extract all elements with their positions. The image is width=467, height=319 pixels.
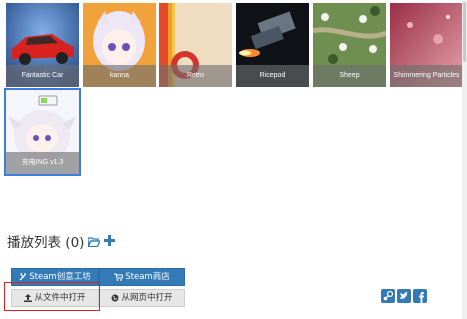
steam-store-label: Steam商店 (125, 272, 170, 282)
wallpaper-tile-retro[interactable]: Retro (159, 3, 232, 87)
wrench-icon (19, 272, 27, 281)
playlist-title: 播放列表 (0) (7, 231, 84, 251)
steam-icon[interactable] (381, 289, 395, 303)
cart-icon (114, 273, 124, 281)
tile-label: 充电ING v1.3 (6, 152, 79, 174)
tile-label: Shimmering Particles (390, 65, 463, 87)
folder-open-icon[interactable] (87, 234, 101, 252)
scrollbar-thumb[interactable] (463, 2, 466, 62)
wallpaper-tile-ricepod[interactable]: Ricepod (236, 3, 309, 87)
playlist-title-text: 播放列表 (7, 235, 61, 251)
tile-label: Ricepod (236, 65, 309, 87)
plus-icon[interactable] (104, 233, 115, 251)
steam-workshop-label: Steam创意工坊 (29, 272, 91, 282)
open-from-web-button[interactable]: 从网页中打开 (99, 289, 185, 307)
tile-label: Retro (159, 65, 232, 87)
wallpaper-tile-shimmering-particles[interactable]: Shimmering Particles (390, 3, 463, 87)
twitter-icon[interactable] (397, 289, 411, 303)
steam-store-button[interactable]: Steam商店 (99, 268, 185, 286)
highlight-annotation (4, 282, 100, 311)
globe-icon (111, 294, 119, 302)
open-from-web-label: 从网页中打开 (121, 293, 173, 303)
wallpaper-tile-sheep[interactable]: Sheep (313, 3, 386, 87)
tile-label: kanna (83, 65, 156, 87)
tile-label: Sheep (313, 65, 386, 87)
scrollbar[interactable] (462, 0, 467, 319)
tile-label: Fantastic Car (6, 65, 79, 87)
facebook-icon[interactable] (413, 289, 427, 303)
wallpaper-tile-kanna[interactable]: kanna (83, 3, 156, 87)
wallpaper-tile-charging[interactable]: 充电ING v1.3 (4, 88, 81, 176)
wallpaper-tile-fantastic-car[interactable]: Fantastic Car (6, 3, 79, 87)
playlist-count: (0) (65, 235, 85, 251)
